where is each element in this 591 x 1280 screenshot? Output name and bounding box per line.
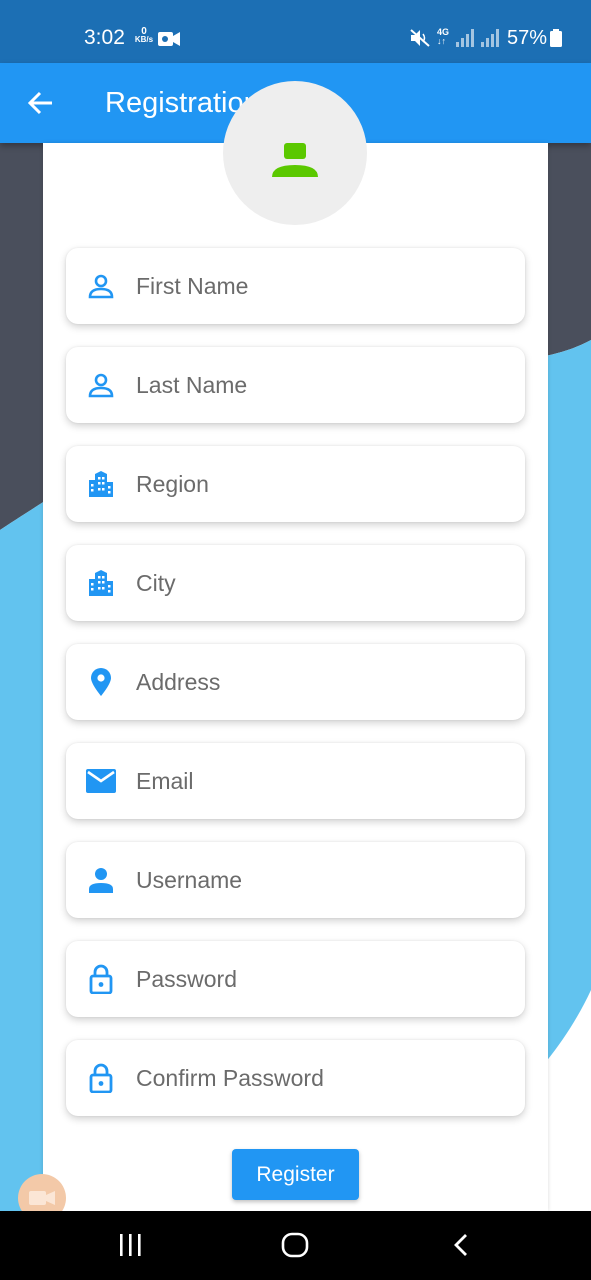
person-icon [86,865,116,895]
person-outline-icon [86,370,116,400]
lock-outline-icon [86,1063,116,1093]
username-field[interactable] [66,842,525,918]
location-city-icon [86,568,116,598]
username-input[interactable] [136,866,496,894]
password-input[interactable] [136,965,496,993]
recent-apps-button[interactable] [110,1229,150,1261]
home-icon [281,1232,309,1258]
last-name-field[interactable] [66,347,525,423]
back-icon [454,1234,467,1256]
home-button[interactable] [275,1229,315,1261]
register-button[interactable]: Register [232,1149,359,1200]
mute-icon [410,29,430,47]
confirm-password-field[interactable] [66,1040,525,1116]
signal-strength-icon [456,29,474,47]
recent-apps-icon [120,1234,141,1256]
data-rate-unit: KB/s [134,35,154,44]
email-field[interactable] [66,743,525,819]
first-name-input[interactable] [136,272,496,300]
registration-card: Register [43,81,548,1211]
region-input[interactable] [136,470,496,498]
system-nav-bar [0,1211,591,1280]
location-city-icon [86,469,116,499]
address-input[interactable] [136,668,496,696]
nav-back-button[interactable] [441,1229,481,1261]
first-name-field[interactable] [66,248,525,324]
last-name-input[interactable] [136,371,496,399]
avatar[interactable] [223,81,367,225]
lock-outline-icon [86,964,116,994]
city-field[interactable] [66,545,525,621]
video-camera-icon [158,32,180,46]
email-icon [86,766,116,796]
password-field[interactable] [66,941,525,1017]
person-outline-icon [86,271,116,301]
email-input[interactable] [136,767,496,795]
confirm-password-input[interactable] [136,1064,496,1092]
arrow-back-icon [27,91,52,115]
city-input[interactable] [136,569,496,597]
person-icon [272,143,318,177]
network-type: 4G ↓↑ [437,27,450,46]
registration-screen: 3:02 0 KB/s 4G ↓↑ 57% Registration First… [0,0,591,1280]
status-time: 3:02 [84,26,125,49]
battery-icon [550,29,562,47]
video-camera-icon [29,1191,55,1205]
data-rate-indicator: 0 KB/s [133,27,155,44]
battery-percent: 57% [507,27,548,49]
signal-strength-icon-2 [481,29,499,47]
back-button[interactable] [22,85,58,121]
address-field[interactable] [66,644,525,720]
location-pin-icon [86,667,116,697]
region-field[interactable] [66,446,525,522]
status-bar: 3:02 0 KB/s 4G ↓↑ 57% [0,0,591,63]
